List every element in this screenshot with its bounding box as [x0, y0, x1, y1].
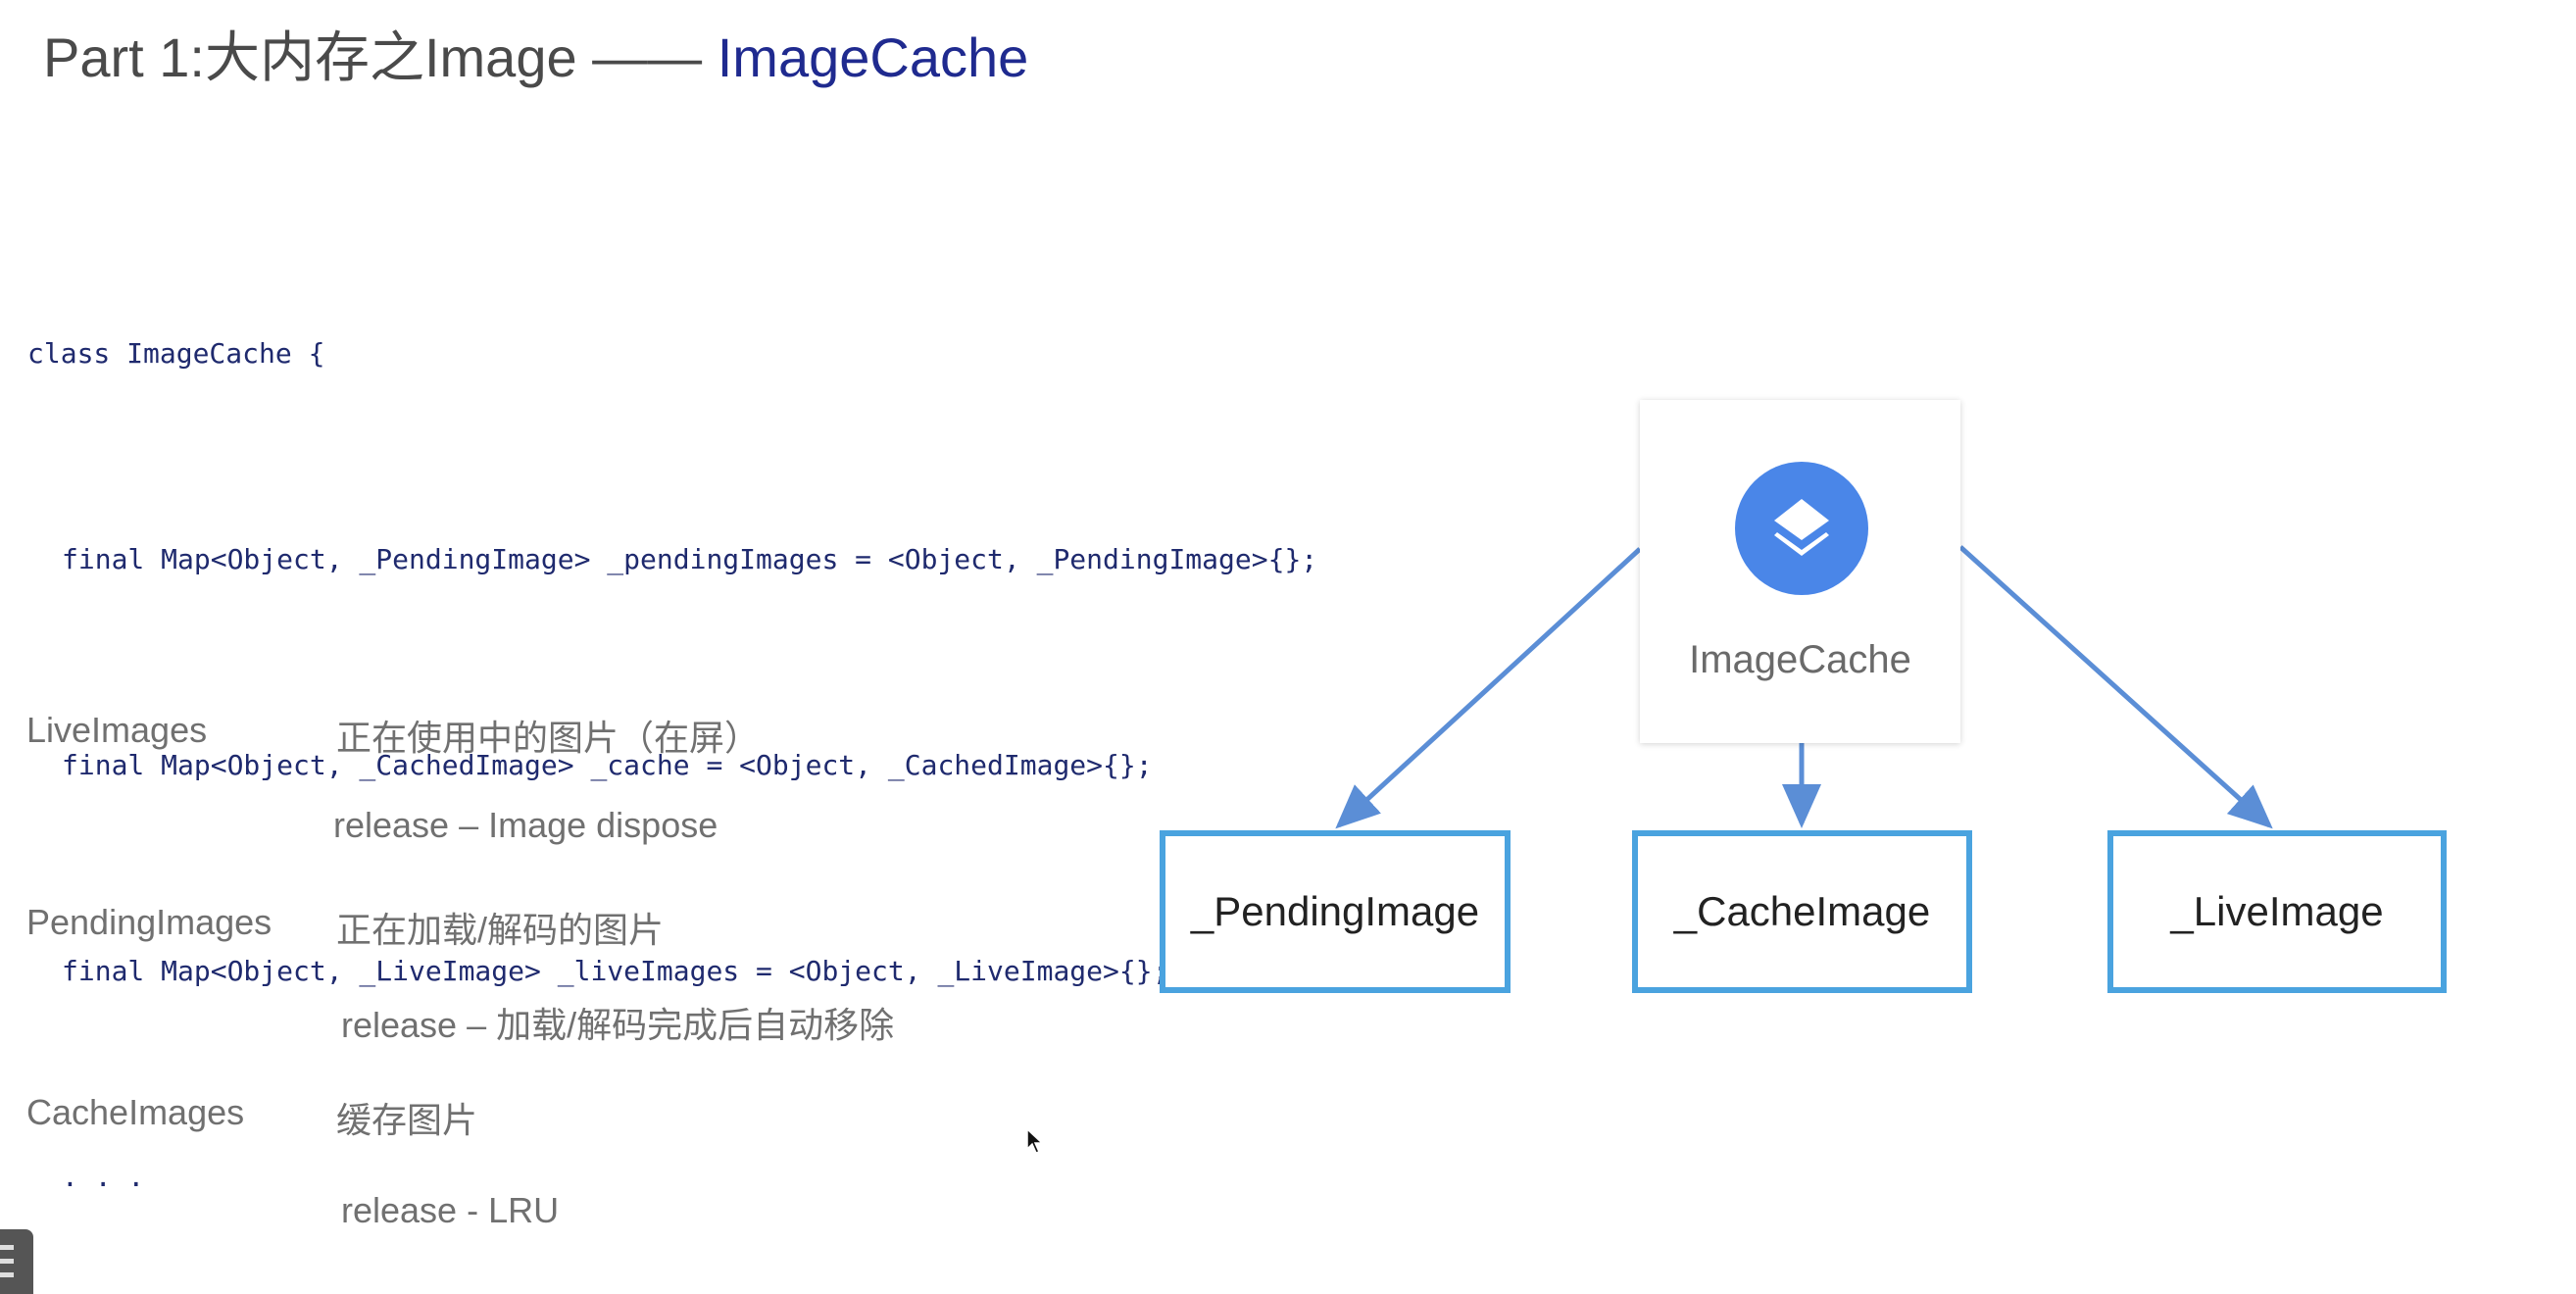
- arrow-to-pendingimage: [1335, 547, 1642, 829]
- mouse-cursor-icon: [1026, 1127, 1044, 1154]
- diagram-arrows: [1335, 545, 2273, 829]
- layers-icon: [1735, 462, 1868, 595]
- node-pendingimage: _PendingImage: [1160, 830, 1511, 993]
- imagecache-root-card: ImageCache: [1640, 400, 1960, 743]
- node-liveimage: _LiveImage: [2107, 830, 2447, 993]
- menu-icon[interactable]: [0, 1229, 33, 1294]
- imagecache-root-label: ImageCache: [1689, 638, 1911, 681]
- arrow-to-liveimage: [1958, 545, 2273, 829]
- node-cacheimage: _CacheImage: [1632, 830, 1972, 993]
